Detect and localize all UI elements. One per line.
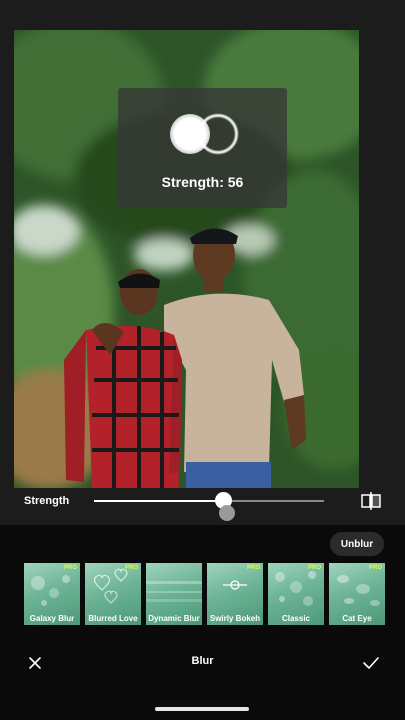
check-icon[interactable]	[362, 655, 380, 671]
tool-title: Blur	[191, 655, 214, 667]
strength-value-text: Strength: 56	[161, 174, 244, 190]
pro-badge: PRO	[307, 565, 321, 571]
effect-label: Cat Eye	[342, 614, 372, 623]
effect-galaxy-blur[interactable]: PRO Galaxy Blur	[24, 563, 80, 625]
blur-preview-ring-circle	[198, 114, 238, 154]
effects-list: PRO Galaxy Blur PRO Blurred Love Dynamic…	[24, 563, 405, 625]
pro-badge: PRO	[124, 565, 138, 571]
slider-label: Strength	[24, 495, 70, 507]
home-indicator[interactable]	[155, 707, 249, 711]
effect-blurred-love[interactable]: PRO Blurred Love	[85, 563, 141, 625]
effect-label: Blurred Love	[88, 614, 138, 623]
photo-preview[interactable]: Strength: 56	[14, 30, 359, 488]
compare-icon[interactable]	[360, 491, 382, 511]
pro-badge: PRO	[63, 565, 77, 571]
effect-cat-eye[interactable]: PRO Cat Eye	[329, 563, 385, 625]
strength-slider[interactable]	[94, 492, 324, 509]
pro-badge: PRO	[368, 565, 382, 571]
effect-swirly-bokeh[interactable]: PRO Swirly Bokeh	[207, 563, 263, 625]
effect-dynamic-blur[interactable]: Dynamic Blur	[146, 563, 202, 625]
effect-label: Galaxy Blur	[29, 614, 75, 623]
touch-pointer	[219, 505, 235, 521]
pro-badge: PRO	[246, 565, 260, 571]
bottom-toolbar: Blur	[0, 640, 405, 684]
effect-label: Swirly Bokeh	[209, 614, 261, 623]
effect-label: Dynamic Blur	[148, 614, 200, 623]
slider-fill	[94, 500, 223, 502]
strength-slider-row: Strength	[0, 488, 405, 525]
strength-popup: Strength: 56	[118, 88, 287, 208]
effect-classic[interactable]: PRO Classic	[268, 563, 324, 625]
effect-label: Classic	[281, 614, 311, 623]
unblur-button[interactable]: Unblur	[330, 532, 384, 556]
